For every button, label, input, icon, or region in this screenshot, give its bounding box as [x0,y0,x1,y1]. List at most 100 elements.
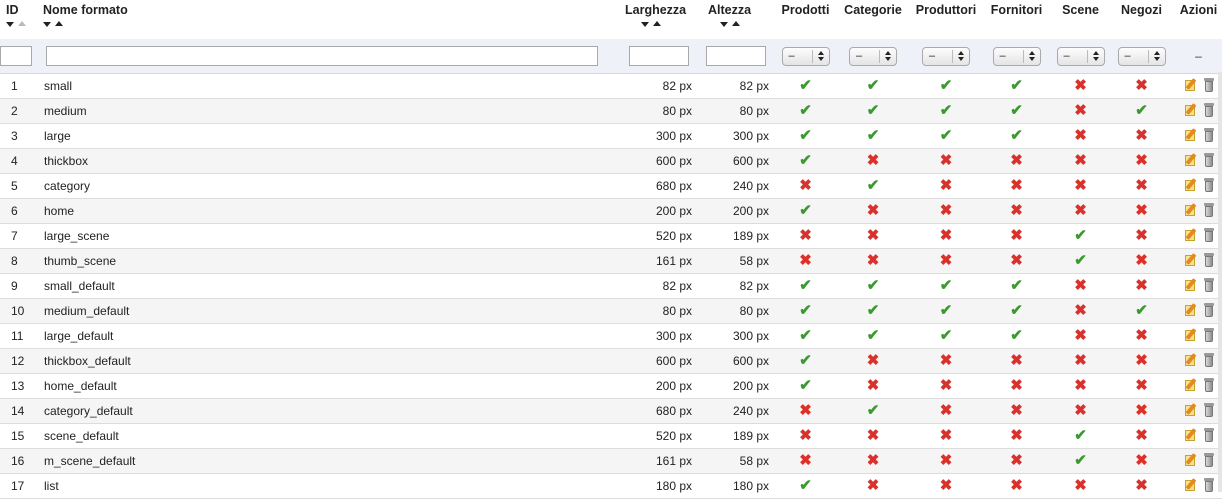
cross-icon[interactable]: ✖ [1074,377,1087,394]
table-row[interactable]: 3 large 300 px 300 px ✔ ✔ ✔ ✔ ✖ ✖ [0,123,1222,149]
sort-desc-icon[interactable] [43,22,51,27]
delete-icon[interactable] [1204,302,1214,317]
check-icon[interactable]: ✔ [940,127,953,144]
table-row[interactable]: 15 scene_default 520 px 189 px ✖ ✖ ✖ ✖ ✔ ✖ [0,423,1222,449]
delete-icon[interactable] [1204,202,1214,217]
check-icon[interactable]: ✔ [1074,452,1087,469]
products-filter-select[interactable]: – [781,46,830,66]
check-icon[interactable]: ✔ [940,77,953,94]
cross-icon[interactable]: ✖ [940,452,953,469]
edit-icon[interactable] [1185,178,1198,192]
delete-icon[interactable] [1204,102,1214,117]
cross-icon[interactable]: ✖ [1135,352,1148,369]
cross-icon[interactable]: ✖ [1074,402,1087,419]
cross-icon[interactable]: ✖ [1010,177,1023,194]
sort-asc-icon[interactable] [732,21,740,26]
table-row[interactable]: 9 small_default 82 px 82 px ✔ ✔ ✔ ✔ ✖ ✖ [0,273,1222,299]
check-icon[interactable]: ✔ [867,402,880,419]
cross-icon[interactable]: ✖ [1010,352,1023,369]
cross-icon[interactable]: ✖ [940,377,953,394]
edit-icon[interactable] [1185,78,1198,92]
check-icon[interactable]: ✔ [799,202,812,219]
scenes-filter-select[interactable]: – [1056,46,1105,66]
table-row[interactable]: 16 m_scene_default 161 px 58 px ✖ ✖ ✖ ✖ ✔ ✖ [0,448,1222,474]
check-icon[interactable]: ✔ [867,277,880,294]
cross-icon[interactable]: ✖ [799,177,812,194]
check-icon[interactable]: ✔ [867,302,880,319]
cross-icon[interactable]: ✖ [1135,252,1148,269]
cross-icon[interactable]: ✖ [1074,202,1087,219]
table-row[interactable]: 12 thickbox_default 600 px 600 px ✔ ✖ ✖ ✖ ✖ ✖ [0,348,1222,374]
delete-icon[interactable] [1204,352,1214,367]
cross-icon[interactable]: ✖ [1010,427,1023,444]
edit-icon[interactable] [1185,228,1198,242]
edit-icon[interactable] [1185,453,1198,467]
check-icon[interactable]: ✔ [1010,77,1023,94]
check-icon[interactable]: ✔ [867,77,880,94]
check-icon[interactable]: ✔ [799,302,812,319]
manufacturers-filter-select[interactable]: – [922,46,970,66]
cross-icon[interactable]: ✖ [1135,327,1148,344]
cross-icon[interactable]: ✖ [940,177,953,194]
check-icon[interactable]: ✔ [940,102,953,119]
cross-icon[interactable]: ✖ [940,152,953,169]
edit-icon[interactable] [1185,403,1198,417]
check-icon[interactable]: ✔ [940,302,953,319]
stores-filter-select[interactable]: – [1117,46,1166,66]
table-row[interactable]: 5 category 680 px 240 px ✖ ✔ ✖ ✖ ✖ ✖ [0,173,1222,199]
cross-icon[interactable]: ✖ [940,477,953,494]
table-row[interactable]: 10 medium_default 80 px 80 px ✔ ✔ ✔ ✔ ✖ ✔ [0,298,1222,324]
table-row[interactable]: 14 category_default 680 px 240 px ✖ ✔ ✖ ✖ ✖ ✖ [0,398,1222,424]
sort-asc-icon[interactable] [653,21,661,26]
cross-icon[interactable]: ✖ [867,202,880,219]
check-icon[interactable]: ✔ [799,77,812,94]
cross-icon[interactable]: ✖ [1074,327,1087,344]
check-icon[interactable]: ✔ [1074,252,1087,269]
edit-icon[interactable] [1185,278,1198,292]
cross-icon[interactable]: ✖ [1010,152,1023,169]
cross-icon[interactable]: ✖ [1135,152,1148,169]
cross-icon[interactable]: ✖ [1135,177,1148,194]
cross-icon[interactable]: ✖ [1074,127,1087,144]
check-icon[interactable]: ✔ [799,352,812,369]
scrollbar[interactable] [1218,72,1222,492]
categories-filter-select[interactable]: – [849,46,897,66]
cross-icon[interactable]: ✖ [940,427,953,444]
delete-icon[interactable] [1204,277,1214,292]
check-icon[interactable]: ✔ [1010,102,1023,119]
table-row[interactable]: 7 large_scene 520 px 189 px ✖ ✖ ✖ ✖ ✔ ✖ [0,223,1222,249]
edit-icon[interactable] [1185,153,1198,167]
check-icon[interactable]: ✔ [799,477,812,494]
edit-icon[interactable] [1185,128,1198,142]
cross-icon[interactable]: ✖ [1074,352,1087,369]
cross-icon[interactable]: ✖ [940,352,953,369]
cross-icon[interactable]: ✖ [867,377,880,394]
edit-icon[interactable] [1185,303,1198,317]
cross-icon[interactable]: ✖ [1010,377,1023,394]
check-icon[interactable]: ✔ [940,277,953,294]
cross-icon[interactable]: ✖ [1074,152,1087,169]
table-row[interactable]: 8 thumb_scene 161 px 58 px ✖ ✖ ✖ ✖ ✔ ✖ [0,248,1222,274]
check-icon[interactable]: ✔ [867,177,880,194]
cross-icon[interactable]: ✖ [799,452,812,469]
delete-icon[interactable] [1204,477,1214,492]
cross-icon[interactable]: ✖ [867,477,880,494]
check-icon[interactable]: ✔ [799,277,812,294]
cross-icon[interactable]: ✖ [940,227,953,244]
sort-desc-icon[interactable] [641,22,649,27]
sort-asc-icon[interactable] [55,21,63,26]
cross-icon[interactable]: ✖ [1135,227,1148,244]
check-icon[interactable]: ✔ [1010,127,1023,144]
check-icon[interactable]: ✔ [799,102,812,119]
edit-icon[interactable] [1185,328,1198,342]
cross-icon[interactable]: ✖ [1074,77,1087,94]
cross-icon[interactable]: ✖ [867,452,880,469]
cross-icon[interactable]: ✖ [1010,202,1023,219]
edit-icon[interactable] [1185,428,1198,442]
cross-icon[interactable]: ✖ [799,427,812,444]
table-row[interactable]: 13 home_default 200 px 200 px ✔ ✖ ✖ ✖ ✖ ✖ [0,373,1222,399]
cross-icon[interactable]: ✖ [940,252,953,269]
sort-asc-icon[interactable] [18,21,26,26]
check-icon[interactable]: ✔ [867,327,880,344]
edit-icon[interactable] [1185,353,1198,367]
